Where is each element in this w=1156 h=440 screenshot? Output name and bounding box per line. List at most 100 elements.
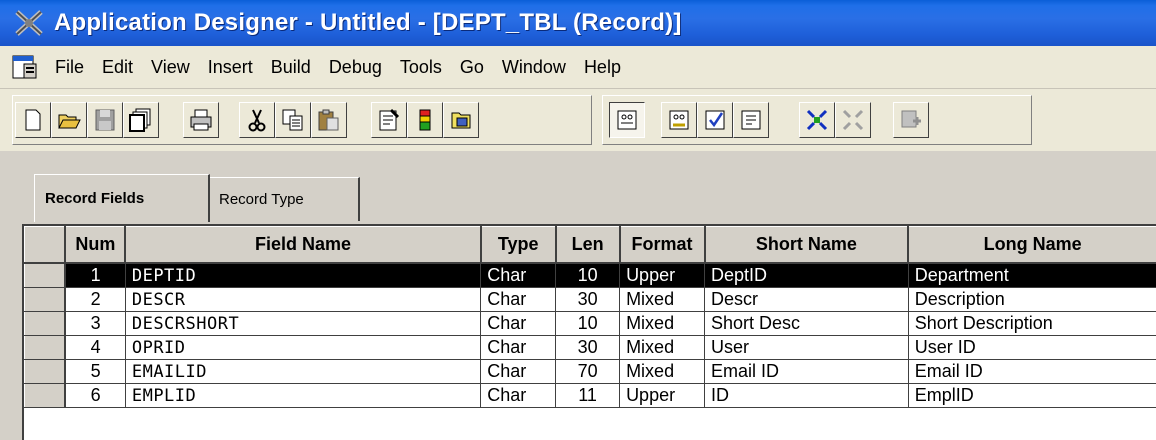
peoplecode-display-button[interactable] [733, 102, 769, 138]
tab-record-type-label: Record Type [219, 191, 304, 208]
cell-field-name: OPRID [125, 336, 480, 360]
tab-record-fields-label: Record Fields [45, 190, 144, 207]
cell-field-name: EMPLID [125, 384, 480, 408]
header-long-name[interactable]: Long Name [908, 227, 1156, 264]
cell-type: Char [481, 384, 556, 408]
header-row: Num Field Name Type Len Format Short Nam… [25, 227, 1156, 264]
tab-record-fields[interactable]: Record Fields [34, 174, 210, 222]
cell-short-name: Email ID [705, 360, 909, 384]
table-row[interactable]: 1 DEPTID Char 10 Upper DeptID Department [25, 263, 1156, 288]
build-button[interactable] [407, 102, 443, 138]
cell-type: Char [481, 336, 556, 360]
row-selector[interactable] [25, 384, 66, 408]
menu-edit[interactable]: Edit [93, 57, 142, 78]
save-all-button[interactable] [123, 102, 159, 138]
copy-button[interactable] [275, 102, 311, 138]
build-icon [412, 107, 438, 133]
properties-button[interactable] [371, 102, 407, 138]
menu-go[interactable]: Go [451, 57, 493, 78]
paste-button[interactable] [311, 102, 347, 138]
row-selector[interactable] [25, 336, 66, 360]
application-designer-icon [12, 6, 46, 40]
use-display-button[interactable] [661, 102, 697, 138]
header-field-name[interactable]: Field Name [125, 227, 480, 264]
header-num[interactable]: Num [65, 227, 125, 264]
row-selector[interactable] [25, 263, 66, 288]
paste-icon [316, 107, 342, 133]
save-icon [92, 107, 118, 133]
table-row[interactable]: 3 DESCRSHORT Char 10 Mixed Short Desc Sh… [25, 312, 1156, 336]
cell-long-name: Short Description [908, 312, 1156, 336]
cell-long-name: Email ID [908, 360, 1156, 384]
cell-len: 10 [556, 263, 620, 288]
cut-icon [244, 107, 270, 133]
expand-all-icon [804, 107, 830, 133]
insert-field-icon [898, 107, 924, 133]
table-row[interactable]: 2 DESCR Char 30 Mixed Descr Description [25, 288, 1156, 312]
header-format[interactable]: Format [620, 227, 705, 264]
use-display-icon [666, 107, 692, 133]
cell-long-name: Department [908, 263, 1156, 288]
header-type[interactable]: Type [481, 227, 556, 264]
collapse-all-button[interactable] [835, 102, 871, 138]
peoplecode-display-icon [738, 107, 764, 133]
cell-long-name: EmplID [908, 384, 1156, 408]
cell-type: Char [481, 312, 556, 336]
header-short-name[interactable]: Short Name [705, 227, 909, 264]
menu-file[interactable]: File [46, 57, 93, 78]
edits-display-button[interactable] [697, 102, 733, 138]
toolbar [0, 89, 1156, 151]
header-len[interactable]: Len [556, 227, 620, 264]
tab-record-type[interactable]: Record Type [208, 177, 360, 221]
menu-bar: File Edit View Insert Build Debug Tools … [0, 46, 1156, 89]
project-button[interactable] [443, 102, 479, 138]
save-button[interactable] [87, 102, 123, 138]
menu-insert[interactable]: Insert [199, 57, 262, 78]
table-row[interactable]: 4 OPRID Char 30 Mixed User User ID [25, 336, 1156, 360]
open-button[interactable] [51, 102, 87, 138]
menu-tools[interactable]: Tools [391, 57, 451, 78]
cell-long-name: Description [908, 288, 1156, 312]
cell-type: Char [481, 288, 556, 312]
insert-field-button[interactable] [893, 102, 929, 138]
row-selector[interactable] [25, 288, 66, 312]
row-selector[interactable] [25, 312, 66, 336]
table-row[interactable]: 5 EMAILID Char 70 Mixed Email ID Email I… [25, 360, 1156, 384]
open-icon [56, 107, 82, 133]
cell-field-name: DEPTID [125, 263, 480, 288]
cell-format: Mixed [620, 288, 705, 312]
menu-help[interactable]: Help [575, 57, 630, 78]
cell-field-name: DESCR [125, 288, 480, 312]
print-button[interactable] [183, 102, 219, 138]
document-window-icon[interactable] [10, 52, 40, 82]
cell-format: Upper [620, 263, 705, 288]
edits-display-icon [702, 107, 728, 133]
row-selector-header[interactable] [25, 227, 66, 264]
row-selector[interactable] [25, 360, 66, 384]
table-row[interactable]: 6 EMPLID Char 11 Upper ID EmplID [25, 384, 1156, 408]
record-fields-grid: Num Field Name Type Len Format Short Nam… [22, 224, 1156, 440]
properties-icon [376, 107, 402, 133]
cell-num: 6 [65, 384, 125, 408]
menu-window[interactable]: Window [493, 57, 575, 78]
cell-field-name: EMAILID [125, 360, 480, 384]
cell-long-name: User ID [908, 336, 1156, 360]
field-display-button[interactable] [609, 102, 645, 138]
menu-debug[interactable]: Debug [320, 57, 391, 78]
cell-len: 30 [556, 336, 620, 360]
cell-type: Char [481, 263, 556, 288]
collapse-all-icon [840, 107, 866, 133]
expand-all-button[interactable] [799, 102, 835, 138]
cell-short-name: Short Desc [705, 312, 909, 336]
cell-field-name: DESCRSHORT [125, 312, 480, 336]
title-bar[interactable]: Application Designer - Untitled - [DEPT_… [0, 0, 1156, 46]
new-button[interactable] [15, 102, 51, 138]
cut-button[interactable] [239, 102, 275, 138]
menu-view[interactable]: View [142, 57, 199, 78]
fields-table: Num Field Name Type Len Format Short Nam… [24, 226, 1156, 408]
cell-len: 11 [556, 384, 620, 408]
cell-format: Mixed [620, 312, 705, 336]
cell-format: Upper [620, 384, 705, 408]
cell-num: 2 [65, 288, 125, 312]
menu-build[interactable]: Build [262, 57, 320, 78]
